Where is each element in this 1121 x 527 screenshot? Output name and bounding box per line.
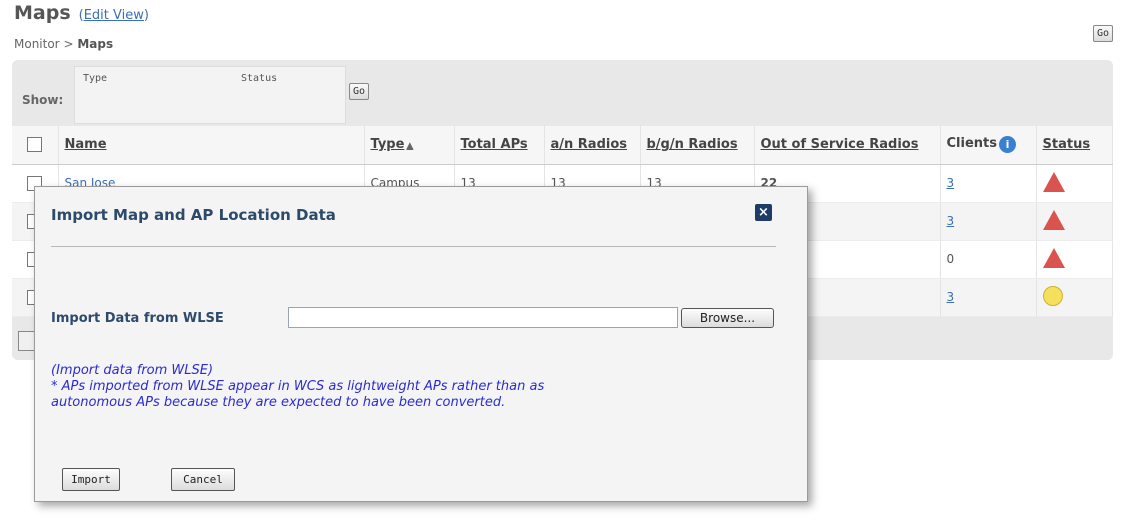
row-clients[interactable]: 3 xyxy=(940,164,1037,203)
row-clients: 0 xyxy=(940,240,1037,279)
import-wlse-label: Import Data from WLSE xyxy=(51,311,224,326)
row-status xyxy=(1036,240,1113,279)
filter-bar: Show: Type Status Go xyxy=(12,60,1113,126)
filter-box: Type Status xyxy=(74,66,346,124)
import-button[interactable]: Import xyxy=(62,468,120,491)
row-status xyxy=(1036,164,1113,203)
col-bgn-radios[interactable]: b/g/n Radios xyxy=(640,126,755,165)
note-line-2: * APs imported from WLSE appear in WCS a… xyxy=(51,379,545,394)
filter-go-button[interactable]: Go xyxy=(349,83,370,100)
import-note: (Import data from WLSE) * APs imported f… xyxy=(51,363,544,411)
filter-type-label: Type xyxy=(83,73,108,84)
title-row: Maps ( Edit View ) xyxy=(14,2,149,24)
filter-status-label: Status xyxy=(241,73,278,84)
col-status[interactable]: Status xyxy=(1036,126,1113,165)
col-total-aps[interactable]: Total APs xyxy=(454,126,545,165)
browse-button[interactable]: Browse... xyxy=(681,308,774,328)
close-icon[interactable]: × xyxy=(755,204,772,221)
row-clients[interactable]: 3 xyxy=(940,278,1037,317)
table-header-row: Name Type ▲ Total APs a/n Radios b/g/n Ra… xyxy=(12,126,1113,165)
note-line-1: (Import data from WLSE) xyxy=(51,363,214,378)
col-out-of-service[interactable]: Out of Service Radios xyxy=(754,126,941,165)
breadcrumb-separator: > xyxy=(59,37,78,51)
select-all-checkbox[interactable] xyxy=(27,137,43,153)
sort-asc-icon: ▲ xyxy=(406,141,414,152)
dialog-title: Import Map and AP Location Data xyxy=(51,206,336,224)
row-clients[interactable]: 3 xyxy=(940,202,1037,241)
maps-page: Maps ( Edit View ) Monitor > Maps Go Sho… xyxy=(0,0,1121,527)
col-an-radios[interactable]: a/n Radios xyxy=(544,126,641,165)
breadcrumb: Monitor > Maps xyxy=(14,37,113,51)
breadcrumb-monitor[interactable]: Monitor xyxy=(14,37,60,51)
row-status xyxy=(1036,278,1113,317)
col-name[interactable]: Name xyxy=(58,126,365,165)
select-all-header xyxy=(12,126,59,165)
info-icon[interactable]: i xyxy=(998,136,1016,154)
minor-status-icon xyxy=(1042,285,1063,306)
import-file-input[interactable] xyxy=(288,307,678,328)
critical-status-icon xyxy=(1042,247,1065,268)
show-label: Show: xyxy=(22,93,64,107)
critical-status-icon xyxy=(1042,171,1065,192)
col-type[interactable]: Type ▲ xyxy=(364,126,455,165)
dialog-divider xyxy=(51,246,776,247)
critical-status-icon xyxy=(1042,209,1065,230)
edit-view-close-paren: ) xyxy=(143,8,149,23)
breadcrumb-current: Maps xyxy=(77,37,114,51)
row-status xyxy=(1036,202,1113,241)
col-clients: Clients i xyxy=(940,126,1037,165)
page-title: Maps xyxy=(14,2,71,24)
import-map-dialog: Import Map and AP Location Data × Import… xyxy=(34,186,808,502)
top-go-button[interactable]: Go xyxy=(1093,25,1114,42)
note-line-3: autonomous APs because they are expected… xyxy=(51,395,506,410)
edit-view-link[interactable]: Edit View xyxy=(84,8,144,23)
cancel-button[interactable]: Cancel xyxy=(171,468,235,491)
